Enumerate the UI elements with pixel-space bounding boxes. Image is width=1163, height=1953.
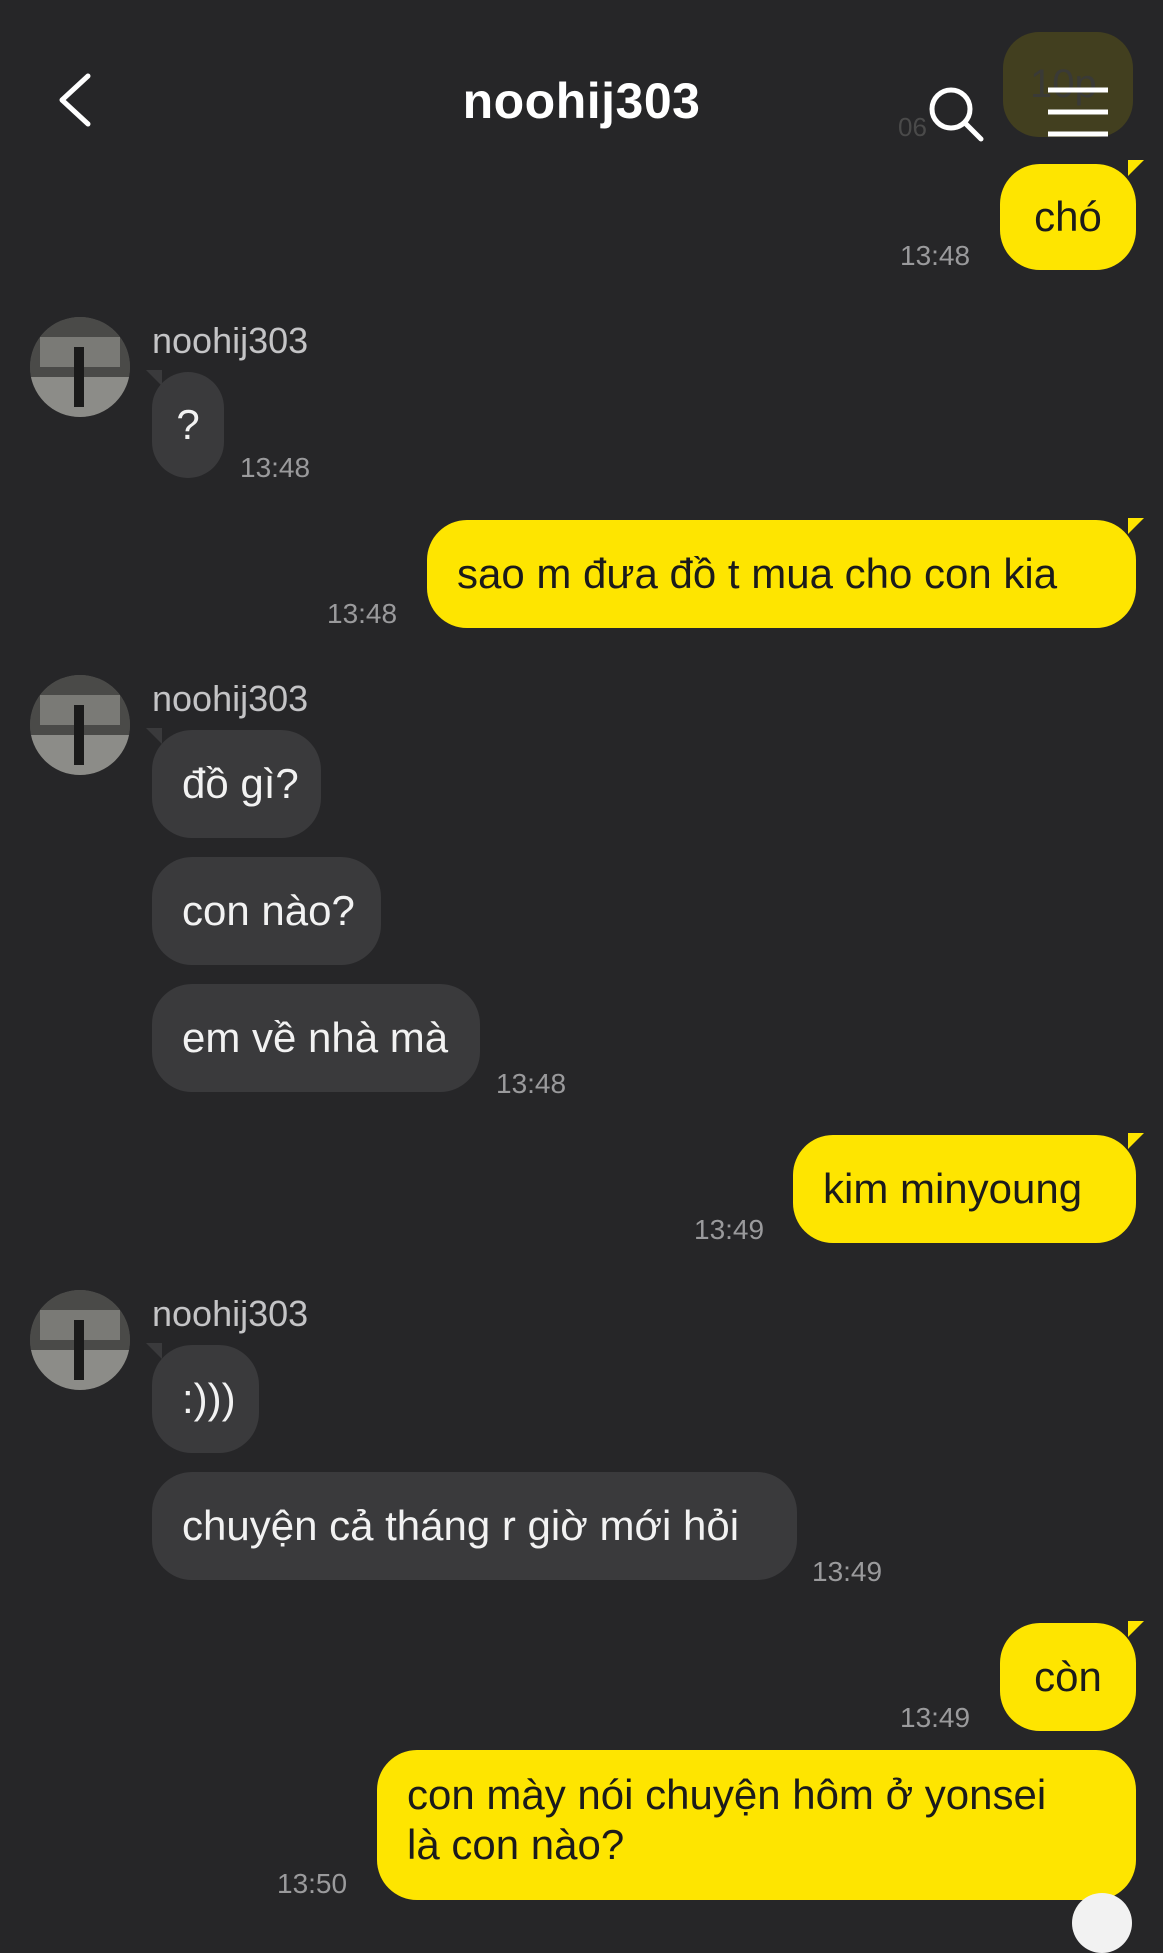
message-time: 13:48 (327, 598, 398, 629)
avatar[interactable] (30, 1290, 130, 1390)
received-message-bubble[interactable]: em về nhà mà (152, 984, 480, 1092)
bubble-tail (146, 1343, 162, 1359)
message-text: sao m đưa đồ t mua cho con kia (457, 550, 1058, 597)
message-time: 13:49 (812, 1556, 883, 1587)
message-text: chó (1034, 193, 1102, 240)
avatar-photo-icon (30, 675, 130, 775)
received-message-bubble[interactable]: :))) (152, 1345, 259, 1453)
sent-message-bubble[interactable]: kim minyoung (793, 1135, 1136, 1243)
bubble-tail (146, 370, 162, 386)
message-text: còn (1034, 1653, 1102, 1700)
message-time: 13:48 (496, 1068, 567, 1099)
sender-name: noohij303 (152, 320, 309, 361)
message-text-line-1: con mày nói chuyện hôm ở yonsei (407, 1771, 1047, 1818)
avatar-photo-icon (30, 1290, 130, 1390)
message-text: :))) (182, 1375, 236, 1422)
received-message-bubble[interactable]: con nào? (152, 857, 381, 965)
message-time: 13:48 (900, 240, 971, 271)
scroll-down-button[interactable] (1072, 1893, 1132, 1953)
message-text: kim minyoung (823, 1165, 1083, 1212)
bubble-tail (1128, 1133, 1144, 1149)
message-text: đồ gì? (182, 760, 299, 807)
menu-icon[interactable] (1046, 86, 1110, 138)
sent-message-bubble[interactable]: còn (1000, 1623, 1136, 1731)
message-time: 13:49 (900, 1702, 971, 1733)
sent-message-bubble[interactable]: sao m đưa đồ t mua cho con kia (427, 520, 1136, 628)
chat-header: 10p 06 noohij303 (0, 0, 1163, 170)
bubble-tail (146, 728, 162, 744)
bubble-tail (1128, 1621, 1144, 1637)
avatar[interactable] (30, 675, 130, 775)
message-time: 13:49 (694, 1214, 765, 1245)
sender-name: noohij303 (152, 1293, 309, 1334)
chat-title: noohij303 (462, 73, 701, 129)
message-text-line-2: là con nào? (407, 1821, 625, 1868)
message-text: con nào? (182, 887, 355, 934)
bubble-tail (1128, 160, 1144, 176)
received-message-bubble[interactable]: đồ gì? (152, 730, 321, 838)
message-text: chuyện cả tháng r giờ mới hỏi (182, 1502, 740, 1549)
received-message-bubble[interactable]: ? (152, 372, 224, 478)
message-time: 13:48 (240, 452, 311, 483)
bubble-tail (1128, 518, 1144, 534)
sent-message-bubble[interactable]: con mày nói chuyện hôm ở yonsei là con n… (377, 1750, 1136, 1900)
sender-name: noohij303 (152, 678, 309, 719)
message-text: ? (176, 401, 200, 448)
search-icon[interactable] (926, 84, 986, 144)
avatar[interactable] (30, 317, 130, 417)
sent-message-bubble[interactable]: chó (1000, 164, 1136, 270)
received-message-bubble[interactable]: chuyện cả tháng r giờ mới hỏi (152, 1472, 797, 1580)
avatar-photo-icon (30, 317, 130, 417)
message-time: 13:50 (277, 1868, 348, 1899)
message-text: em về nhà mà (182, 1014, 449, 1061)
